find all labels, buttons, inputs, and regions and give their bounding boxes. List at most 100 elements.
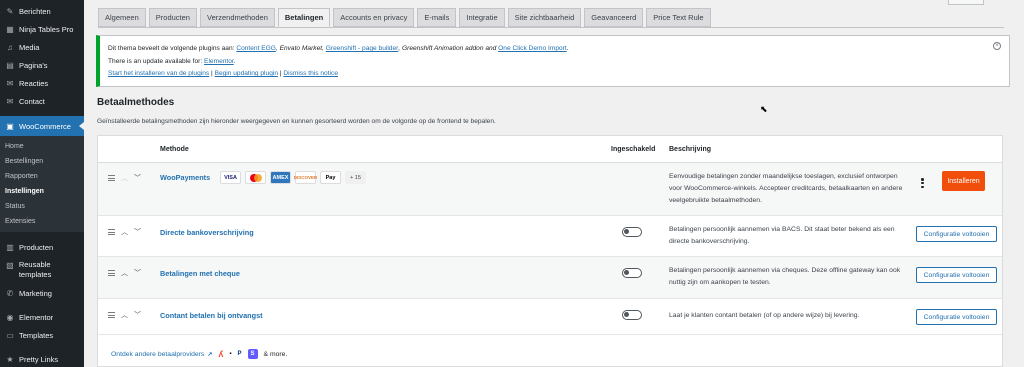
sidebar-submenu: Home Bestellingen Rapporten Instellingen… [0,136,84,232]
sort-controls: ︿ ﹀ [108,173,147,183]
pin-icon: ✎ [6,6,14,16]
enable-toggle[interactable] [622,268,642,278]
notice-link-greenshift[interactable]: Greenshift - page builder [326,45,399,52]
sort-controls: ︿ ﹀ [108,310,147,320]
more-options-icon[interactable] [921,177,925,189]
tab-algemeen[interactable]: Algemeen [98,8,146,27]
method-description: Laat je klanten contant betalen (of op a… [669,312,860,319]
tab-betalingen[interactable]: Betalingen [277,8,331,27]
submenu-home[interactable]: Home [0,139,84,154]
star-icon: ★ [6,354,14,364]
table-icon: ▦ [6,24,14,34]
mastercard-icon [245,171,266,184]
mail-icon: ✉ [6,96,14,106]
submenu-status[interactable]: Status [0,199,84,214]
tab-integratie[interactable]: Integratie [459,8,505,27]
more-methods-badge: + 15 [345,171,366,184]
stripe-icon: S [247,349,258,359]
configure-button[interactable]: Configuratie voltooien [916,309,997,325]
card-logos: VISA AMEX DISCOVER Pay + 15 [220,171,370,184]
mollie-icon: ▪ [229,351,232,357]
notice-dismiss-link[interactable]: Dismiss this notice [283,70,338,77]
enable-toggle[interactable] [622,227,642,237]
install-button[interactable]: Installeren [942,171,985,191]
tab-price-text-rule[interactable]: Price Text Rule [646,8,711,27]
submenu-extensies[interactable]: Extensies [0,214,84,229]
tab-site-zichtbaarheid[interactable]: Site zichtbaarheid [507,8,582,27]
sidebar-item-berichten[interactable]: ✎ Berichten [0,2,84,20]
configure-button[interactable]: Configuratie voltooien [916,226,997,242]
table-header: Methode Ingeschakeld Beschrijving [98,136,1002,163]
tab-verzendmethoden[interactable]: Verzendmethoden [199,8,275,27]
sidebar-item-pretty-links[interactable]: ★ Pretty Links [0,350,84,367]
sidebar-item-reusable-templates[interactable]: ▧ Reusable templates [0,256,84,284]
chevron-down-icon[interactable]: ﹀ [134,310,141,320]
drag-handle-icon[interactable] [108,311,115,320]
submenu-rapporten[interactable]: Rapporten [0,169,84,184]
drag-handle-icon[interactable] [108,269,115,278]
method-name[interactable]: WooPayments [160,173,210,182]
sidebar-item-elementor[interactable]: ◉ Elementor [0,308,84,326]
mouse-cursor-icon: ⬉ [760,104,768,114]
method-name[interactable]: Contant betalen bij ontvangst [160,311,263,320]
chevron-down-icon[interactable]: ﹀ [134,268,141,278]
drag-handle-icon[interactable] [108,228,115,237]
notice-update-link[interactable]: Begin updating plugin [215,70,278,77]
comment-icon: ✉ [6,78,14,88]
table-row: ︿ ﹀ Betalingen met cheque Betalingen per… [98,257,1002,299]
discover-providers-link[interactable]: Ontdek andere betaalproviders [111,351,204,358]
sidebar-item-contact[interactable]: ✉ Contact [0,92,84,110]
notice-line-1: Dit thema beveelt de volgende plugins aa… [108,45,569,52]
header-enabled: Ingeschakeld [611,146,656,153]
sidebar-item-media[interactable]: ♫ Media [0,38,84,56]
sidebar-item-ninja-tables[interactable]: ▦ Ninja Tables Pro [0,20,84,38]
notice-line-3: Start het installeren van de plugins | B… [108,70,338,77]
notice-link-elementor[interactable]: Elementor [204,58,234,65]
drag-handle-icon[interactable] [108,174,115,183]
tab-producten[interactable]: Producten [148,8,197,27]
plugin-notice: Dit thema beveelt de volgende plugins aa… [96,35,1010,87]
sidebar-item-producten[interactable]: ▥ Producten [0,238,84,256]
tab-geavanceerd[interactable]: Geavanceerd [584,8,644,27]
method-name[interactable]: Betalingen met cheque [160,269,240,278]
template-icon: ▧ [6,260,14,270]
tab-emails[interactable]: E-mails [417,8,457,27]
sidebar-item-reacties[interactable]: ✉ Reacties [0,74,84,92]
chevron-up-icon[interactable]: ︿ [121,268,128,278]
sidebar-item-marketing[interactable]: ✆ Marketing [0,284,84,302]
configure-button[interactable]: Configuratie voltooien [916,267,997,283]
tab-accounts-privacy[interactable]: Accounts en privacy [333,8,415,27]
megaphone-icon: ✆ [6,288,14,298]
submenu-bestellingen[interactable]: Bestellingen [0,154,84,169]
chevron-down-icon[interactable]: ﹀ [134,173,141,183]
apple-pay-label: Pay [325,174,336,181]
sidebar-item-woocommerce[interactable]: ▣ WooCommerce [0,116,84,136]
table-footer: Ontdek andere betaalproviders ↗ ʎ ▪ P S … [111,349,287,359]
method-name[interactable]: Directe bankoverschrijving [160,228,254,237]
section-description: Geïnstalleerde betalingsmethoden zijn hi… [97,118,496,125]
enable-toggle[interactable] [622,310,642,320]
woo-icon: ▣ [6,121,14,131]
close-icon[interactable]: × [993,42,1001,50]
section-title: Betaalmethodes [97,97,175,108]
screen-options-tab[interactable] [948,0,984,5]
notice-link-ocdi[interactable]: One Click Demo Import [498,45,567,52]
notice-install-link[interactable]: Start het installeren van de plugins [108,70,209,77]
sidebar-item-paginas[interactable]: ▤ Pagina's [0,56,84,74]
notice-line-2: There is an update available for: Elemen… [108,57,236,65]
sidebar-item-templates[interactable]: ▭ Templates [0,326,84,344]
box-icon: ▥ [6,242,14,252]
method-description: Betalingen persoonlijk aannemen via BACS… [669,226,895,245]
method-description: Betalingen persoonlijk aannemen via cheq… [669,267,901,286]
chevron-down-icon[interactable]: ﹀ [134,227,141,237]
header-description: Beschrijving [669,146,712,153]
submenu-instellingen[interactable]: Instellingen [0,184,84,199]
table-row: ︿ ﹀ Directe bankoverschrijving Betalinge… [98,216,1002,257]
notice-link-content-egg[interactable]: Content EGG [236,45,276,52]
discover-icon: DISCOVER [294,171,317,184]
page-icon: ▤ [6,60,14,70]
chevron-up-icon[interactable]: ︿ [121,173,128,183]
header-method: Methode [160,146,189,153]
chevron-up-icon[interactable]: ︿ [121,227,128,237]
chevron-up-icon[interactable]: ︿ [121,310,128,320]
